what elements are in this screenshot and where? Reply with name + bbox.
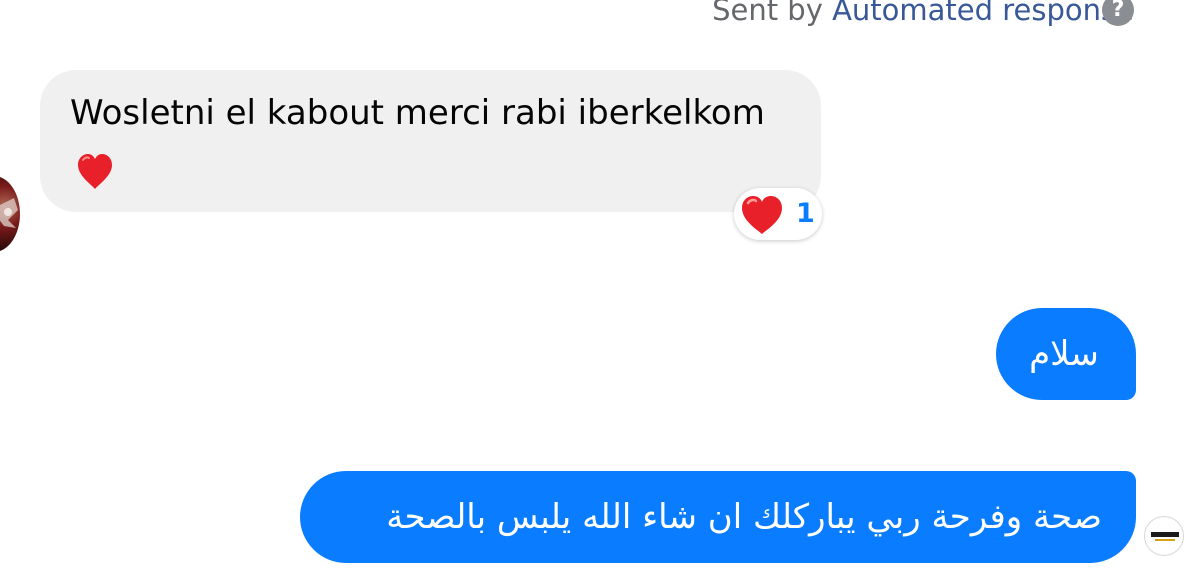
reaction-heart-icon: [742, 196, 782, 234]
avatar-image: [0, 198, 18, 228]
heart-icon: [78, 154, 112, 189]
sent-by-prefix: Sent by: [712, 0, 833, 27]
reaction-count: 1: [796, 198, 815, 229]
conversation-view: Sent by Automated response ? Wosletni el…: [0, 0, 1192, 573]
automated-response-link[interactable]: Automated response: [832, 0, 1134, 27]
outgoing-message-bubble[interactable]: صحة وفرحة ربي يباركلك ان شاء الله يلبس ب…: [300, 471, 1136, 563]
sent-by-line: Sent by Automated response: [712, 0, 1134, 32]
incoming-message-bubble[interactable]: Wosletni el kabout merci rabi iberkelkom: [40, 70, 821, 212]
page-avatar[interactable]: [1144, 516, 1184, 556]
page-logo: [1151, 532, 1179, 541]
contact-avatar[interactable]: [0, 176, 20, 252]
outgoing-message-bubble[interactable]: سلام: [996, 308, 1136, 400]
incoming-message-text: Wosletni el kabout merci rabi iberkelkom: [70, 93, 765, 133]
message-reaction[interactable]: 1: [734, 188, 822, 240]
